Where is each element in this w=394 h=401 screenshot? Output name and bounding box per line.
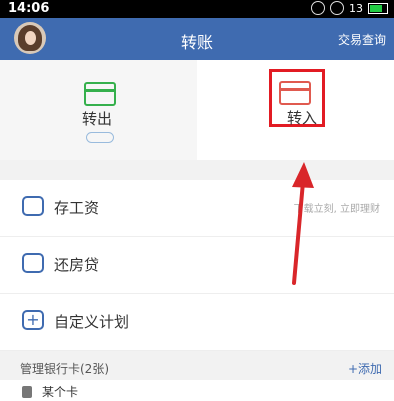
signal-count: 13 <box>349 1 363 15</box>
add-card-button[interactable]: +添加 <box>348 360 382 377</box>
status-right: 13 <box>311 1 388 15</box>
card-icon <box>22 386 32 398</box>
piggy-bank-icon <box>22 196 44 216</box>
plus-square-icon: + <box>22 310 44 330</box>
card-name: 某个卡 <box>42 385 79 399</box>
page-title: 转账 <box>180 33 213 52</box>
manage-cards-section: 管理银行卡(2张) +添加 <box>0 352 394 380</box>
tab-transfer-out[interactable]: 转出 <box>0 60 197 160</box>
list-item-mortgage[interactable]: 还房贷 <box>0 237 394 294</box>
alarm-icon <box>311 1 325 15</box>
tab-transfer-out-label: 转出 <box>82 110 113 128</box>
list-item-label: 存工资 <box>54 199 100 217</box>
card-in-icon <box>279 81 311 105</box>
transfer-tabs: 转出 转入 <box>0 60 394 160</box>
manage-cards-label: 管理银行卡(2张) <box>20 362 109 376</box>
status-time: 14:06 <box>8 1 50 16</box>
battery-icon <box>368 2 388 14</box>
card-list-item[interactable]: 某个卡 <box>0 380 394 401</box>
house-icon <box>22 253 44 273</box>
app-header: 转账 交易查询 <box>0 18 394 60</box>
status-bar: 14:06 13 <box>0 0 394 18</box>
list-item-label: 自定义计划 <box>54 313 130 331</box>
cloud-icon <box>86 132 114 143</box>
tab-transfer-in[interactable]: 转入 <box>197 60 394 160</box>
list-item-label: 还房贷 <box>54 256 100 274</box>
list-item-custom-plan[interactable]: + 自定义计划 <box>0 294 394 351</box>
tab-transfer-in-label: 转入 <box>287 109 318 127</box>
list-item-salary[interactable]: 存工资 下载立刻, 立即理财 <box>0 180 394 237</box>
list-item-hint: 下载立刻, 立即理财 <box>293 204 380 215</box>
wifi-icon <box>330 1 344 15</box>
transaction-query-link[interactable]: 交易查询 <box>338 31 386 48</box>
plan-list: 存工资 下载立刻, 立即理财 还房贷 + 自定义计划 <box>0 180 394 351</box>
card-out-icon <box>84 82 116 106</box>
